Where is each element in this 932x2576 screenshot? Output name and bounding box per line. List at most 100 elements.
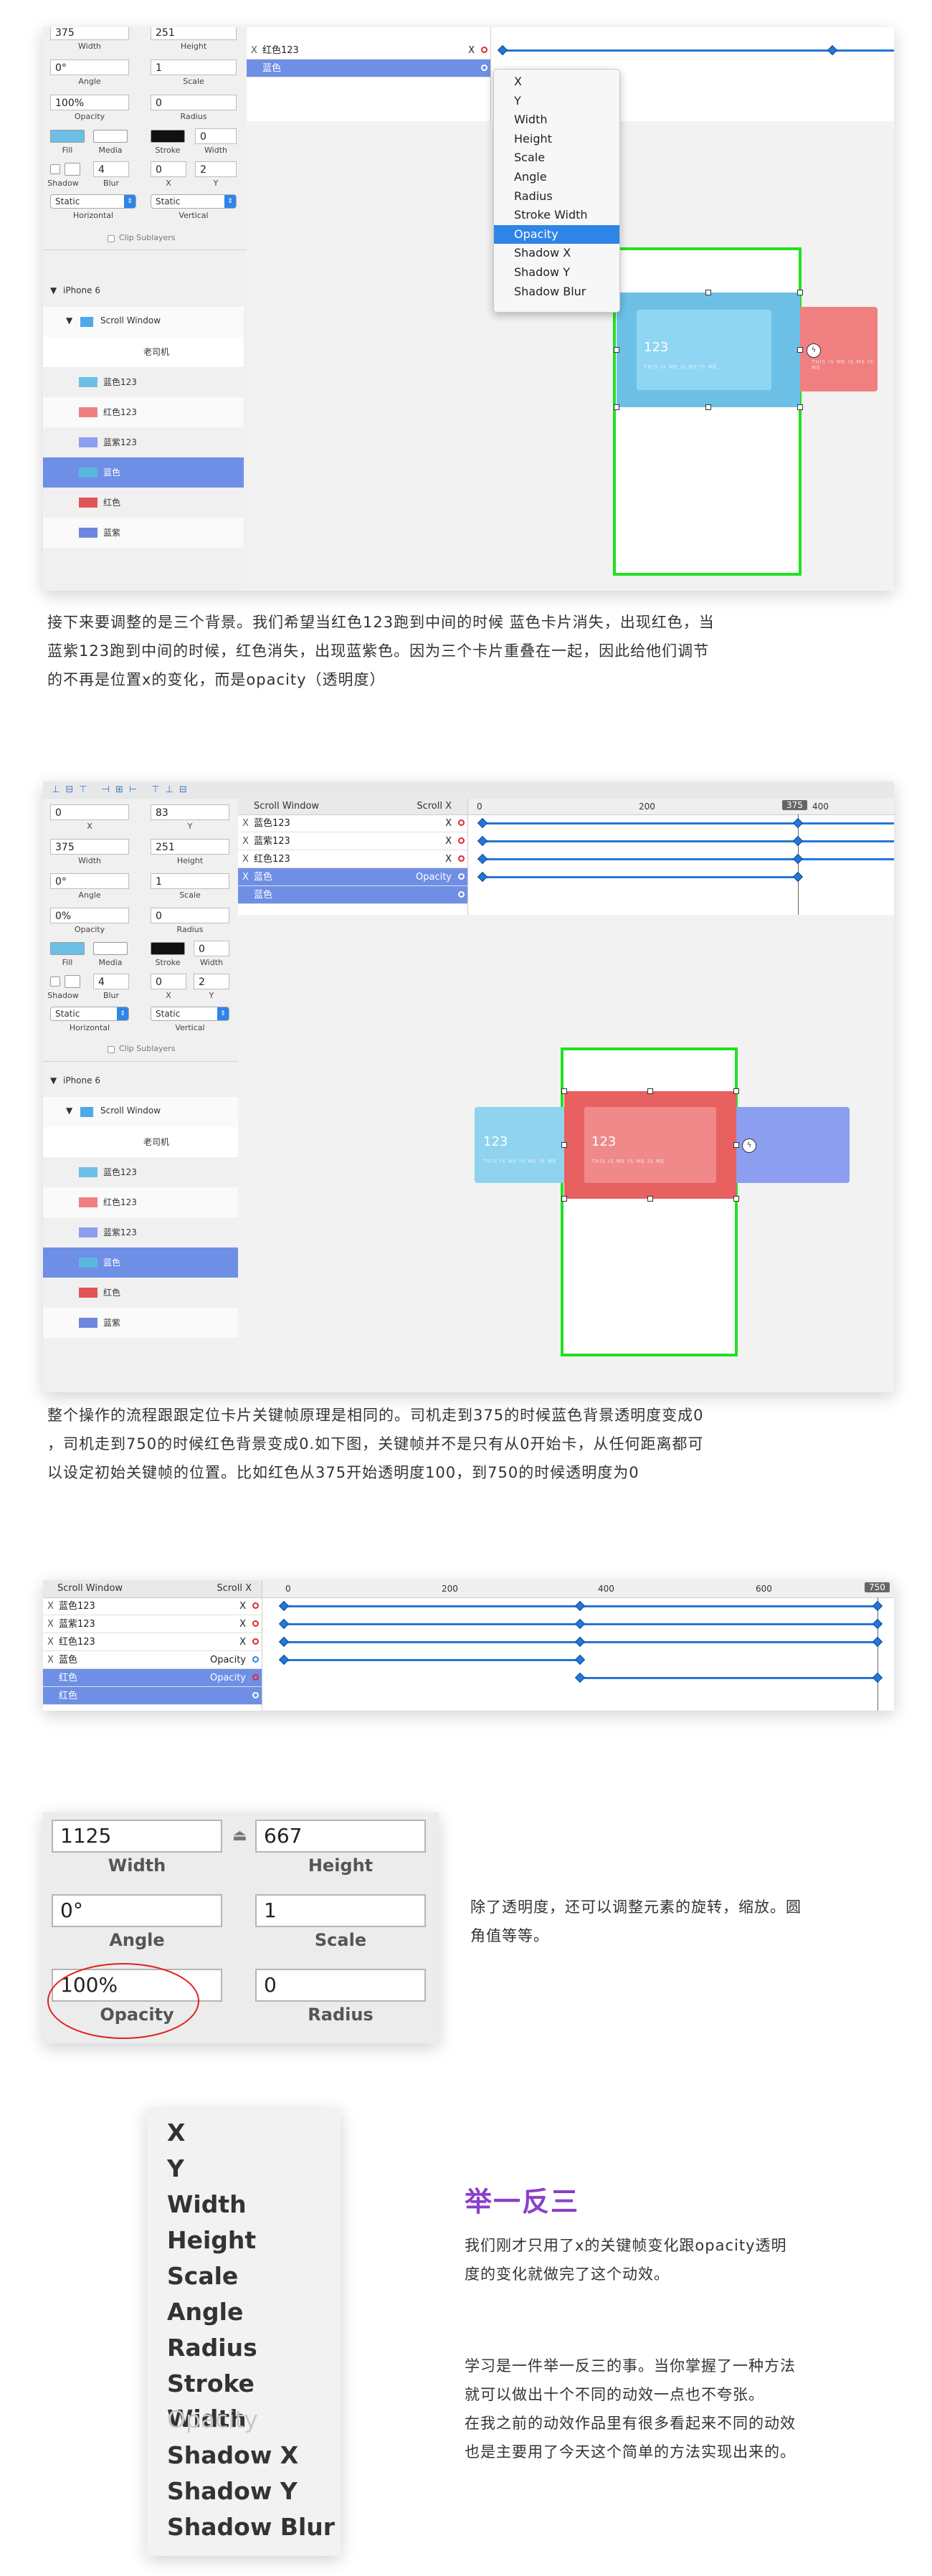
timeline-row[interactable]: X 蓝紫123 X — [43, 1615, 262, 1633]
stroke-swatch[interactable] — [151, 942, 185, 955]
y-field[interactable]: 83 — [151, 804, 229, 820]
remove-icon[interactable]: X — [47, 1597, 54, 1615]
opacity-field[interactable]: 100% — [50, 95, 129, 110]
remove-icon[interactable]: X — [47, 1615, 54, 1633]
remove-icon[interactable]: X — [47, 1633, 54, 1651]
resize-handle[interactable] — [797, 347, 803, 353]
timeline-row[interactable]: X 蓝色123 X — [238, 814, 467, 832]
timeline-row-selected[interactable]: 红色 — [43, 1687, 262, 1705]
timeline-row[interactable]: X 蓝紫123 X — [238, 832, 467, 850]
shadow-y-field[interactable]: 2 — [194, 974, 229, 989]
menu-item[interactable]: Radius — [494, 187, 619, 206]
keyframe[interactable] — [792, 817, 804, 829]
scale-field[interactable]: 1 — [151, 873, 229, 889]
keyframe[interactable] — [477, 835, 488, 847]
layer-device[interactable]: ▼ iPhone 6 — [43, 1067, 238, 1097]
timeline-row-selected[interactable]: 蓝色 — [247, 60, 490, 77]
width-field[interactable]: 375 — [50, 27, 129, 40]
keyframe-toggle-icon[interactable] — [458, 891, 465, 898]
keyframe-toggle-icon[interactable] — [252, 1656, 259, 1663]
resize-handle[interactable] — [733, 1196, 739, 1202]
layer-blue-123[interactable]: 蓝色123 — [43, 1157, 238, 1187]
keyframe-toggle-icon[interactable] — [458, 837, 465, 844]
menu-item[interactable]: Shadow Y — [167, 2473, 298, 2509]
layer-driver[interactable]: 老司机 — [43, 337, 244, 367]
remove-icon[interactable]: X — [251, 42, 257, 60]
layer-blue[interactable]: 蓝色 — [43, 1247, 238, 1278]
shadow-swatch[interactable] — [65, 163, 80, 176]
layer-purple-123[interactable]: 蓝紫123 — [43, 427, 244, 457]
layer-red-123[interactable]: 红色123 — [43, 397, 244, 427]
timeline-row[interactable]: X 蓝色 Opacity — [43, 1651, 262, 1669]
keyframe-toggle-icon[interactable] — [252, 1620, 259, 1627]
clip-checkbox[interactable] — [108, 235, 115, 242]
resize-handle[interactable] — [705, 290, 711, 295]
layer-red[interactable]: 红色 — [43, 488, 244, 518]
resize-handle[interactable] — [614, 347, 619, 353]
keyframe[interactable] — [872, 1636, 883, 1648]
resize-handle[interactable] — [797, 404, 803, 410]
menu-item[interactable]: Opacity — [167, 2402, 258, 2437]
layer-red-123[interactable]: 红色123 — [43, 1187, 238, 1217]
width-field[interactable]: 1125 — [52, 1820, 222, 1853]
keyframe[interactable] — [477, 853, 488, 865]
resize-handle[interactable] — [647, 1196, 653, 1202]
keyframe[interactable] — [278, 1636, 290, 1648]
scale-field[interactable]: 1 — [255, 1894, 426, 1927]
menu-item[interactable]: Shadow Blur — [494, 282, 619, 301]
blur-field[interactable]: 4 — [93, 974, 129, 989]
vertical-select[interactable]: Static ⇕ — [151, 194, 237, 209]
menu-item[interactable]: Stroke Width — [167, 2366, 341, 2433]
radius-field[interactable]: 0 — [255, 1969, 426, 2002]
horizontal-select[interactable]: Static ⇕ — [50, 1007, 129, 1021]
resize-handle[interactable] — [705, 404, 711, 410]
remove-icon[interactable]: X — [47, 1651, 54, 1669]
shadow-checkbox[interactable] — [50, 164, 60, 174]
resize-handle[interactable] — [614, 404, 619, 410]
remove-icon[interactable]: X — [242, 850, 249, 868]
timeline-row[interactable]: X 红色123 X — [43, 1633, 262, 1651]
shadow-y-field[interactable]: 2 — [195, 161, 237, 177]
stroke-width-field[interactable]: 0 — [195, 128, 237, 144]
menu-item[interactable]: Width — [494, 110, 619, 129]
keyframe[interactable] — [574, 1600, 586, 1612]
keyframe-toggle-icon[interactable] — [458, 873, 465, 880]
menu-item[interactable]: X — [494, 72, 619, 91]
layer-device[interactable]: ▼ iPhone 6 — [43, 277, 244, 307]
stroke-swatch[interactable] — [151, 130, 185, 143]
x-field[interactable]: 0 — [50, 804, 129, 820]
keyframe-toggle-icon[interactable] — [481, 65, 488, 71]
height-field[interactable]: 251 — [151, 839, 229, 855]
keyframe[interactable] — [278, 1654, 290, 1665]
resize-handle[interactable] — [733, 1088, 739, 1094]
keyframe-toggle-icon[interactable] — [252, 1674, 259, 1681]
resize-handle[interactable] — [561, 1142, 567, 1148]
menu-item[interactable]: Height — [167, 2223, 256, 2258]
layer-purple[interactable]: 蓝紫 — [43, 518, 244, 548]
fill-swatch[interactable] — [50, 130, 85, 143]
menu-item[interactable]: X — [167, 2115, 185, 2150]
playhead-label[interactable]: 375 — [782, 800, 807, 810]
keyframe[interactable] — [792, 835, 804, 847]
keyframe-toggle-icon[interactable] — [458, 819, 465, 826]
menu-item[interactable]: Stroke Width — [494, 206, 619, 224]
keyframe[interactable] — [278, 1600, 290, 1612]
remove-icon[interactable]: X — [242, 814, 249, 832]
clip-checkbox[interactable] — [108, 1046, 115, 1053]
resize-handle[interactable] — [647, 1088, 653, 1094]
angle-field[interactable]: 0° — [50, 873, 129, 889]
layer-blue-123[interactable]: 蓝色123 — [43, 367, 244, 397]
keyframe-toggle-icon[interactable] — [252, 1638, 259, 1645]
fill-swatch[interactable] — [50, 942, 85, 955]
height-field[interactable]: 667 — [255, 1820, 426, 1853]
layer-scroll-window[interactable]: ▼ Scroll Window — [43, 1097, 238, 1127]
opacity-field[interactable]: 0% — [50, 908, 129, 923]
keyframe[interactable] — [497, 44, 508, 56]
menu-item[interactable]: Angle — [167, 2294, 243, 2329]
keyframe[interactable] — [872, 1600, 883, 1612]
menu-item[interactable]: Height — [494, 130, 619, 148]
keyframe[interactable] — [792, 871, 804, 883]
timeline-row[interactable]: X 红色123 X — [247, 42, 490, 60]
media-swatch[interactable] — [93, 942, 128, 955]
keyframe[interactable] — [574, 1654, 586, 1665]
